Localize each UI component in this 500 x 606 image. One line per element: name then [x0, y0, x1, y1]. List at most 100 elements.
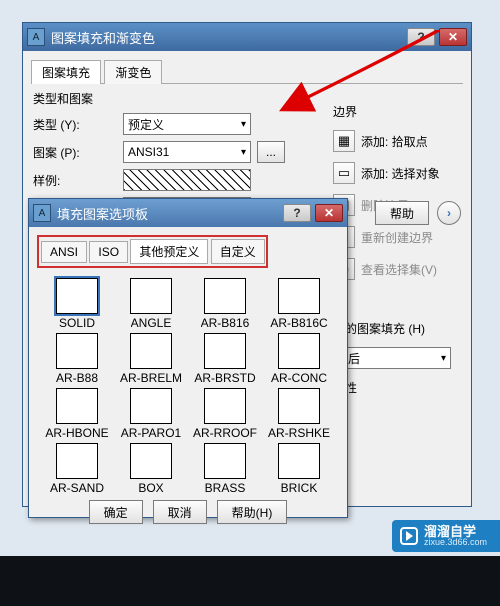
main-tabs: 图案填充 渐变色 — [31, 59, 463, 84]
label-sample: 样例: — [33, 172, 123, 189]
help-button[interactable]: ? — [407, 28, 435, 46]
palette-titlebar[interactable]: A 填充图案选项板 ? ✕ — [29, 199, 347, 227]
label-type: 类型 (Y): — [33, 116, 123, 133]
pattern-item[interactable]: AR-RROOF — [190, 388, 260, 437]
pattern-name: AR-RROOF — [193, 426, 257, 437]
chevron-down-icon: ▾ — [441, 353, 446, 364]
watermark-site: zixue.3d66.com — [424, 538, 487, 547]
pattern-name: ANGLE — [131, 316, 172, 327]
opt-select-objects[interactable]: ▭ 添加: 选择对象 — [333, 162, 483, 184]
inherit-props[interactable]: 特性 — [333, 379, 483, 396]
help-button-main[interactable]: 帮助 — [375, 201, 429, 225]
opt-select-label: 添加: 选择对象 — [361, 165, 440, 182]
chevron-down-icon: ▾ — [241, 119, 246, 130]
pattern-select-value: ANSI31 — [128, 145, 169, 159]
palette-help-button[interactable]: ? — [283, 204, 311, 222]
cancel-button[interactable]: 取消 — [153, 500, 207, 524]
tab-gradient[interactable]: 渐变色 — [104, 60, 162, 84]
app-icon: A — [33, 204, 51, 222]
pattern-thumb — [278, 333, 320, 369]
ok-button[interactable]: 确定 — [89, 500, 143, 524]
draw-order-select[interactable]: 之后 ▾ — [331, 347, 451, 369]
expand-button[interactable]: › — [437, 201, 461, 225]
pattern-item[interactable]: AR-CONC — [264, 333, 334, 382]
pattern-thumb — [130, 443, 172, 479]
pattern-browse-button[interactable]: ... — [257, 141, 285, 163]
main-titlebar[interactable]: A 图案填充和渐变色 ? ✕ — [23, 23, 471, 51]
pattern-item[interactable]: SOLID — [42, 278, 112, 327]
pattern-thumb — [204, 388, 246, 424]
opt-viewsel-label: 查看选择集(V) — [361, 261, 437, 278]
pattern-item[interactable]: ANGLE — [116, 278, 186, 327]
island-hatch-row: 位的图案填充 (H) — [333, 320, 483, 337]
pattern-name: AR-B816 — [201, 316, 250, 327]
palette-close-button[interactable]: ✕ — [315, 204, 343, 222]
pattern-item[interactable]: AR-BRELM — [116, 333, 186, 382]
pattern-item[interactable]: BOX — [116, 443, 186, 492]
opt-recreate-boundary: ↻ 重新创建边界 — [333, 226, 483, 248]
pattern-name: SOLID — [59, 316, 95, 327]
pattern-item[interactable]: AR-HBONE — [42, 388, 112, 437]
boundary-title: 边界 — [333, 103, 483, 120]
pick-point-icon: ▦ — [333, 130, 355, 152]
pattern-thumb — [278, 388, 320, 424]
pattern-thumb — [130, 333, 172, 369]
pattern-thumb — [204, 443, 246, 479]
type-select-value: 预定义 — [128, 116, 164, 133]
pattern-name: AR-RSHKE — [268, 426, 330, 437]
boundary-section: 边界 ▦ 添加: 拾取点 ▭ 添加: 选择对象 ▨ 删除边界(D) ↻ 重新创建… — [333, 101, 483, 406]
pattern-thumb — [56, 443, 98, 479]
pattern-name: BRICK — [281, 481, 318, 492]
pattern-thumb — [278, 278, 320, 314]
pattern-select[interactable]: ANSI31 ▾ — [123, 141, 251, 163]
pattern-thumb — [130, 278, 172, 314]
palette-bottom-bar: 确定 取消 帮助(H) — [37, 500, 339, 524]
pattern-item[interactable]: AR-PARQ1 — [116, 388, 186, 437]
palette-title: 填充图案选项板 — [57, 204, 279, 223]
pattern-item[interactable]: AR-RSHKE — [264, 388, 334, 437]
play-icon — [400, 527, 418, 545]
sample-swatch[interactable] — [123, 169, 251, 191]
pattern-name: AR-B88 — [56, 371, 98, 382]
pattern-thumb — [204, 278, 246, 314]
pattern-item[interactable]: AR-B816C — [264, 278, 334, 327]
tab-hatch[interactable]: 图案填充 — [31, 60, 101, 84]
tab-iso[interactable]: ISO — [89, 241, 128, 263]
pattern-thumb — [56, 333, 98, 369]
opt-pick-points[interactable]: ▦ 添加: 拾取点 — [333, 130, 483, 152]
pattern-item[interactable]: BRASS — [190, 443, 260, 492]
close-button[interactable]: ✕ — [439, 28, 467, 46]
pattern-thumb — [56, 388, 98, 424]
tab-custom[interactable]: 自定义 — [211, 239, 265, 264]
pattern-name: AR-BRSTD — [194, 371, 255, 382]
tab-ansi[interactable]: ANSI — [41, 241, 87, 263]
pattern-name: AR-BRELM — [120, 371, 182, 382]
pattern-thumb — [278, 443, 320, 479]
pattern-item[interactable]: AR-SAND — [42, 443, 112, 492]
watermark-badge: 溜溜自学 zixue.3d66.com — [392, 520, 500, 552]
opt-pick-label: 添加: 拾取点 — [361, 133, 428, 150]
pattern-name: AR-HBONE — [45, 426, 108, 437]
pattern-item[interactable]: AR-BRSTD — [190, 333, 260, 382]
pattern-name: BRASS — [205, 481, 246, 492]
pattern-grid: SOLID ANGLE AR-B816 AR-B816C AR-B88 AR-BRELM A… — [37, 278, 339, 492]
type-select[interactable]: 预定义 ▾ — [123, 113, 251, 135]
pattern-thumb — [130, 388, 172, 424]
pattern-name: AR-SAND — [50, 481, 104, 492]
pattern-item[interactable]: AR-B88 — [42, 333, 112, 382]
pattern-item[interactable]: BRICK — [264, 443, 334, 492]
select-object-icon: ▭ — [333, 162, 355, 184]
opt-view-selection: Q 查看选择集(V) — [333, 258, 483, 280]
palette-help-btn[interactable]: 帮助(H) — [217, 500, 288, 524]
pattern-name: BOX — [138, 481, 163, 492]
app-icon: A — [27, 28, 45, 46]
chevron-down-icon: ▾ — [241, 147, 246, 158]
app-background-bar — [0, 556, 500, 606]
pattern-item[interactable]: AR-B816 — [190, 278, 260, 327]
hatch-palette-dialog: A 填充图案选项板 ? ✕ ANSI ISO 其他预定义 自定义 SOLID AN… — [28, 198, 348, 518]
label-pattern: 图案 (P): — [33, 144, 123, 161]
pattern-thumb — [204, 333, 246, 369]
main-title: 图案填充和渐变色 — [51, 28, 403, 47]
tab-other-predef[interactable]: 其他预定义 — [130, 239, 208, 264]
pattern-thumb — [56, 278, 98, 314]
